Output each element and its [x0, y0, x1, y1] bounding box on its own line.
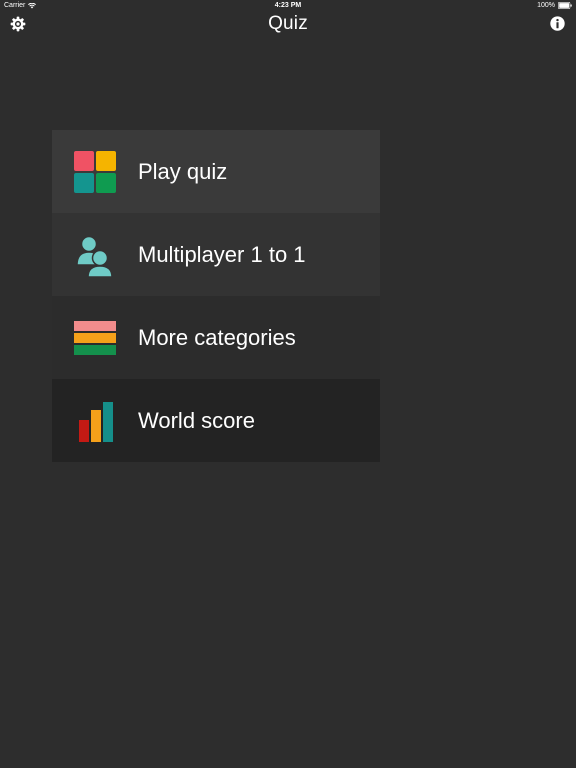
- info-icon[interactable]: [550, 16, 565, 31]
- menu-item-world-score[interactable]: World score: [52, 379, 380, 462]
- page-title: Quiz: [268, 13, 308, 34]
- menu-item-more-categories[interactable]: More categories: [52, 296, 380, 379]
- menu-item-label: World score: [138, 407, 255, 433]
- color-tiles-icon: [73, 150, 117, 194]
- battery-icon: [558, 2, 572, 9]
- main-menu: Play quiz Multiplayer 1 to 1 More catego…: [52, 130, 380, 462]
- nav-bar: Quiz: [0, 12, 576, 40]
- stacked-layers-icon: [73, 316, 117, 360]
- status-time: 4:23 PM: [274, 2, 302, 9]
- menu-item-label: More categories: [138, 324, 296, 350]
- battery-percent: 100%: [537, 2, 555, 9]
- menu-item-play-quiz[interactable]: Play quiz: [52, 130, 380, 213]
- status-bar: Carrier 4:23 PM 100%: [0, 0, 576, 12]
- menu-item-label: Play quiz: [138, 158, 228, 184]
- menu-item-multiplayer[interactable]: Multiplayer 1 to 1: [52, 213, 380, 296]
- two-users-icon: [73, 233, 117, 277]
- status-battery: 100%: [537, 2, 572, 9]
- bar-chart-icon: [73, 399, 117, 443]
- menu-item-label: Multiplayer 1 to 1: [138, 241, 306, 267]
